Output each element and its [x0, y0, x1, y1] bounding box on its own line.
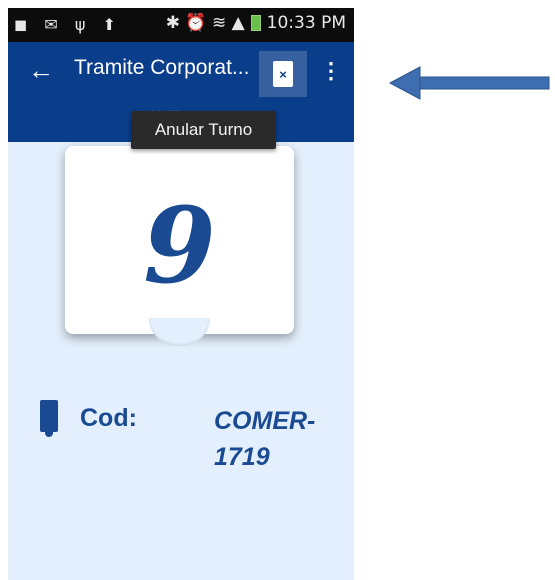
- status-system-icons: ✱ ⏰ ≋ ▲: [165, 13, 245, 33]
- turn-number: 9: [143, 184, 216, 307]
- bookmark-icon: [40, 400, 58, 437]
- phone-screen: ◼ ✉ ψ ⬆ ✱ ⏰ ≋ ▲ 10:33 PM ← Tramite Corpo…: [8, 8, 354, 580]
- battery-icon: [250, 15, 261, 31]
- turn-ticket-card: 9: [65, 146, 294, 346]
- ticket-cancel-icon: ×: [273, 61, 293, 87]
- toolbar-title: Tramite Corporat...: [74, 56, 250, 79]
- overflow-menu-icon[interactable]: ⋮: [320, 56, 342, 86]
- code-value: COMER-1719: [214, 407, 316, 471]
- pointer-arrow-icon: [388, 66, 550, 100]
- back-arrow-icon[interactable]: ←: [28, 52, 54, 88]
- status-time: 10:33 PM: [266, 13, 346, 33]
- cancel-turn-button[interactable]: ×: [259, 51, 307, 97]
- code-label: Cod:: [80, 404, 137, 432]
- cancel-turn-tooltip: Anular Turno: [131, 111, 276, 149]
- status-notification-icons: ◼ ✉ ψ ⬆: [14, 15, 122, 34]
- status-right-group: ✱ ⏰ ≋ ▲ 10:33 PM: [166, 13, 346, 33]
- status-bar: ◼ ✉ ψ ⬆ ✱ ⏰ ≋ ▲ 10:33 PM: [8, 8, 354, 42]
- ticket-notch: [149, 318, 210, 346]
